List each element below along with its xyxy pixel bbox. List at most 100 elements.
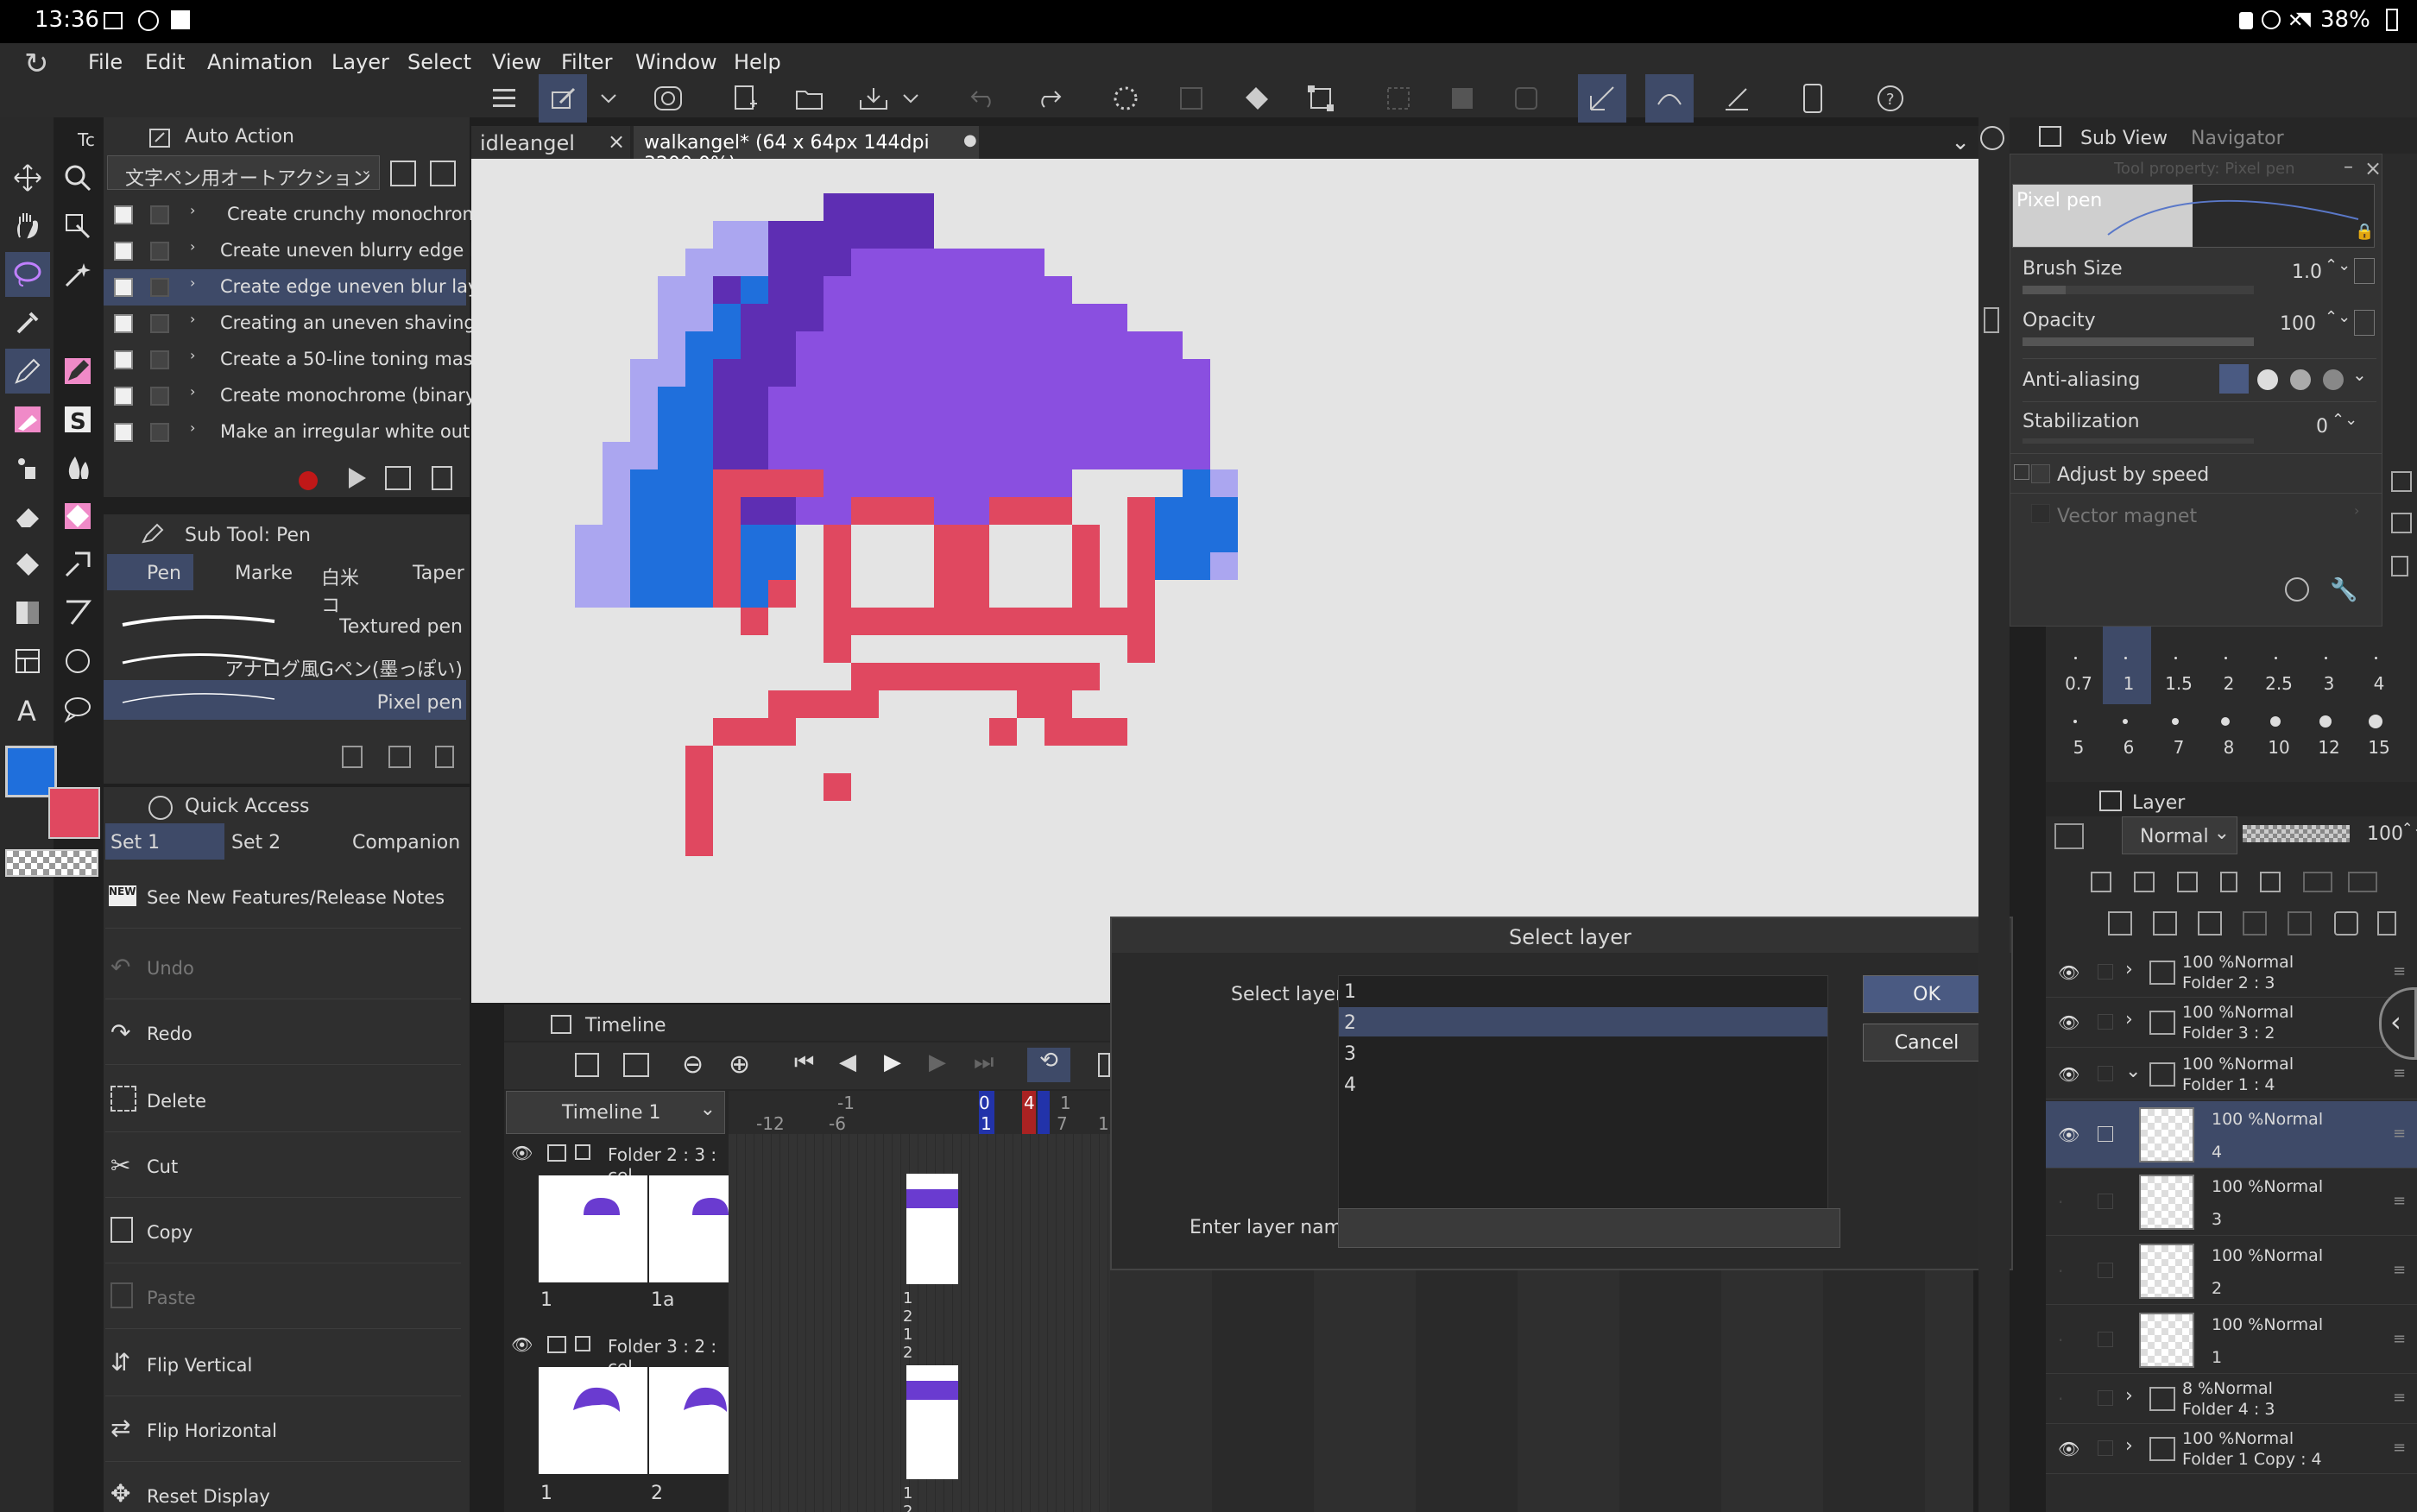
pen-icon[interactable] [2098,1126,2113,1142]
layer-menu-icon[interactable]: ≡ [2393,1261,2406,1279]
list-item[interactable]: 3 [1339,1038,1827,1068]
qa-delete[interactable]: Delete [105,1068,461,1132]
list-item[interactable]: 1 [1339,976,1827,1005]
blend-mode-select[interactable]: Normal ⌄ [2122,816,2237,854]
qa-reset-display[interactable]: ✥ Reset Display [105,1464,461,1512]
wrench-icon[interactable]: 🔧 [2330,577,2357,603]
tab-marker[interactable]: Marke [197,554,293,590]
qa-release-notes[interactable]: NEW See New Features/Release Notes [105,865,461,929]
snap-special-ruler-icon[interactable] [1645,74,1694,123]
add-command-icon[interactable] [385,466,411,490]
object-tool-icon[interactable] [55,204,100,249]
layer-settings-icon[interactable] [2391,471,2412,492]
brush-size-dot-icon[interactable] [2073,656,2077,659]
lock-icon[interactable] [2220,872,2237,892]
brush-size-value[interactable]: 1.0 [2292,261,2322,283]
brush-size-label[interactable]: 10 [2262,737,2296,758]
save-icon[interactable] [849,74,898,123]
tab-companion[interactable]: Companion [347,823,468,860]
layer-check-box[interactable] [2098,964,2113,980]
qa-flip-horizontal[interactable]: ⇄ Flip Horizontal [105,1398,461,1462]
redo-icon[interactable] [1024,74,1072,123]
tab-set-1[interactable]: Set 1 [105,823,224,860]
eye-icon[interactable]: 👁 [2058,1125,2079,1145]
layer-row[interactable]: · 100 %Normal 1 ≡ [2046,1307,2417,1374]
brush-size-slider[interactable] [2023,286,2254,294]
anti-aliasing-weak-icon[interactable] [2257,369,2278,390]
chevron-right-icon[interactable]: › [2125,1385,2133,1407]
zoom-tool-icon[interactable] [55,155,100,200]
layer-check-box[interactable] [2098,1440,2113,1456]
open-folder-icon[interactable] [786,74,834,123]
ellipse-tool-icon[interactable] [55,639,100,684]
menu-filter[interactable]: Filter [561,47,612,78]
trash-icon[interactable] [2377,911,2396,936]
zoom-out-icon[interactable]: ⊖ [682,1049,704,1080]
next-frame-icon[interactable]: ▶ [929,1049,946,1075]
list-item[interactable]: 2 [1339,1007,1827,1036]
layer-check-box[interactable] [2098,1332,2113,1347]
list-item[interactable]: › Create crunchy monochrome [104,197,491,233]
qa-paste[interactable]: Paste [105,1265,461,1329]
hamburger-menu-icon[interactable] [480,74,528,123]
checkbox[interactable] [114,423,133,442]
previous-frame-icon[interactable]: ◀ [839,1049,856,1075]
crop-icon[interactable] [1502,74,1550,123]
opacity-slider[interactable] [2023,337,2254,346]
layer-menu-icon[interactable]: ≡ [2393,962,2406,980]
anti-aliasing-strong-icon[interactable] [2323,369,2344,390]
figure-tool-icon[interactable] [55,590,100,635]
brush-size-label[interactable]: 1.5 [2161,673,2196,694]
clip-layer-icon[interactable] [2091,872,2111,892]
list-item[interactable]: › Make an irregular white outline [104,414,502,450]
timeline-select[interactable]: Timeline 1 ⌄ [506,1091,725,1134]
ruler-snap-icon[interactable] [1578,74,1626,123]
color-wheel-icon[interactable] [1980,126,2004,150]
tab-taper[interactable]: Taper [375,554,466,590]
brush-size-label[interactable]: 2.5 [2262,673,2296,694]
trash-icon[interactable] [432,466,452,490]
gradient-tool-icon[interactable] [5,590,50,635]
layer-color-icon[interactable] [2054,823,2084,849]
draft-layer-icon[interactable] [2177,872,2198,892]
brush-size-dot-icon[interactable] [2274,656,2277,659]
first-frame-icon[interactable]: ⏮ [794,1049,814,1076]
select-layer-icon[interactable] [1167,74,1215,123]
chevron-right-icon[interactable]: › [2354,502,2359,519]
airbrush-tool-icon[interactable] [5,445,50,490]
menu-view[interactable]: View [492,47,541,78]
layer-check-box[interactable] [2098,1014,2113,1030]
cel-strip[interactable] [906,1365,958,1479]
text-s-tool-icon[interactable]: S [55,397,100,442]
layer-row[interactable]: · 100 %Normal 2 ≡ [2046,1238,2417,1305]
checkbox[interactable] [150,350,169,369]
import-icon[interactable] [430,161,456,186]
add-mask-icon[interactable] [2334,911,2358,936]
qa-flip-vertical[interactable]: ⇵ Flip Vertical [105,1332,461,1396]
expand-icon[interactable] [2014,464,2029,480]
stepper-icon[interactable]: ⌃⌄ [2332,411,2357,429]
brush-size-dot-icon[interactable] [2123,719,2128,724]
brush-size-label[interactable]: 7 [2161,737,2196,758]
onion-skin-icon[interactable] [1098,1053,1110,1077]
timeline-track[interactable]: 👁 Folder 3 : 2 : cel 1 2 1 2 1 2 [504,1329,958,1512]
auto-action-set-select[interactable]: 文字ペン用オートアクション ⌄ [107,155,380,190]
timeline-ruler[interactable]: -1 0 4 1 -12 -6 1 7 13 [729,1091,1120,1134]
brush-size-label[interactable]: 4 [2362,673,2396,694]
brush-size-label[interactable]: 6 [2111,737,2146,758]
chevron-right-icon[interactable]: › [2125,959,2133,980]
checkbox[interactable] [150,387,169,406]
list-item[interactable]: › Create edge uneven blur layer ( [104,269,510,306]
checkbox[interactable] [114,350,133,369]
layer-row[interactable]: · 100 %Normal 3 ≡ [2046,1169,2417,1236]
brush-item-textured-pen[interactable]: Textured pen [104,604,466,644]
reset-tool-icon[interactable] [2285,577,2309,602]
stepper-icon[interactable]: ⌃⌄ [2325,308,2351,326]
stabilization-value[interactable]: 0 [2316,416,2328,438]
layer-menu-icon[interactable]: ≡ [2393,1192,2406,1210]
anti-aliasing-medium-icon[interactable] [2290,369,2311,390]
checkbox[interactable] [150,314,169,333]
timeline-frame-area[interactable] [1110,1270,1973,1512]
balloon-tool-icon[interactable] [55,687,100,732]
layer-menu-icon[interactable]: ≡ [2393,1330,2406,1348]
